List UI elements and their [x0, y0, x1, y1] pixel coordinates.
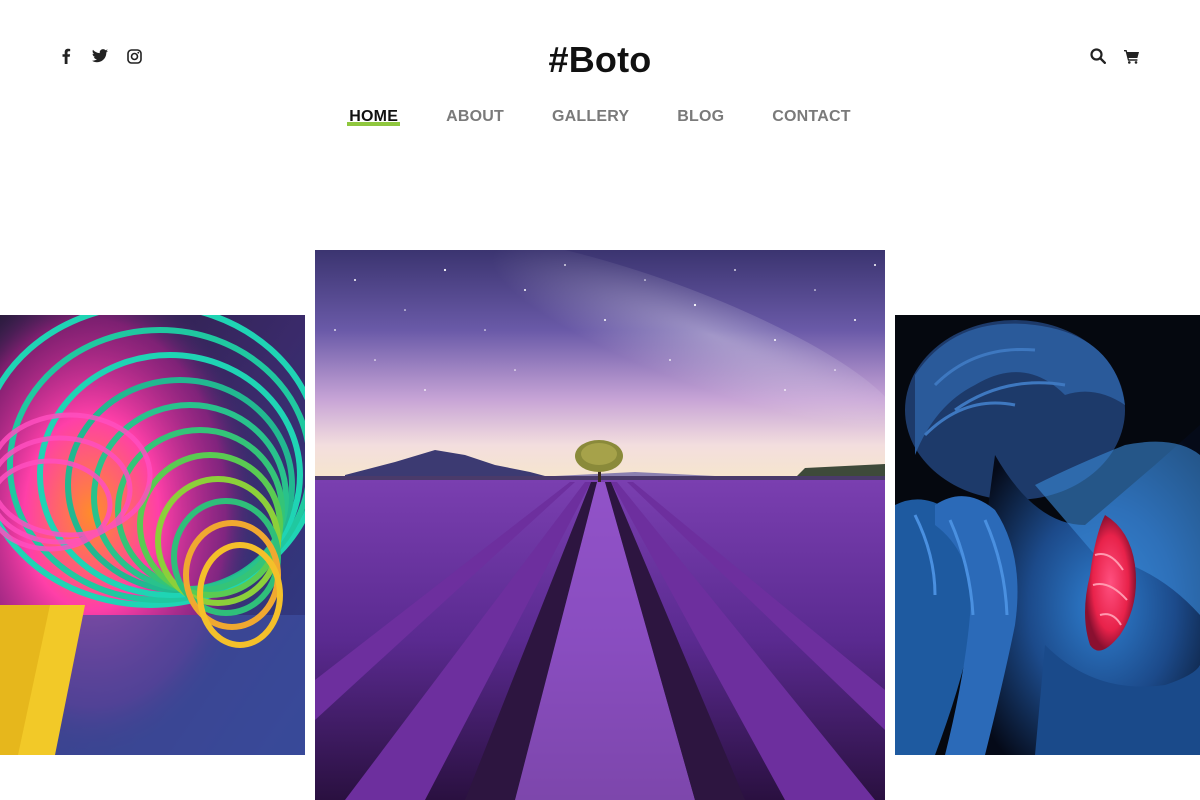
- header-utilities: [1088, 46, 1142, 66]
- nav-item-contact[interactable]: CONTACT: [772, 106, 850, 128]
- slinky-photo[interactable]: [0, 315, 305, 755]
- page: #Boto HOME ABOUT GALLERY BLOG CONTACT: [0, 0, 1200, 800]
- search-icon[interactable]: [1088, 46, 1108, 66]
- site-logo[interactable]: #Boto: [0, 38, 1200, 82]
- nav-link-about[interactable]: ABOUT: [446, 108, 504, 125]
- nav-item-gallery[interactable]: GALLERY: [552, 106, 629, 128]
- cart-icon[interactable]: [1122, 46, 1142, 66]
- main-nav: HOME ABOUT GALLERY BLOG CONTACT: [0, 106, 1200, 128]
- lavender-field-photo[interactable]: [315, 250, 885, 800]
- nav-item-blog[interactable]: BLOG: [677, 106, 724, 128]
- nav-item-about[interactable]: ABOUT: [446, 106, 504, 128]
- nav-link-blog[interactable]: BLOG: [677, 108, 724, 125]
- nav-item-home[interactable]: HOME: [347, 106, 401, 128]
- nav-link-gallery[interactable]: GALLERY: [552, 108, 629, 125]
- nav-link-home[interactable]: HOME: [349, 108, 398, 125]
- uv-body-paint-photo[interactable]: [895, 315, 1200, 755]
- nav-link-contact[interactable]: CONTACT: [772, 108, 850, 125]
